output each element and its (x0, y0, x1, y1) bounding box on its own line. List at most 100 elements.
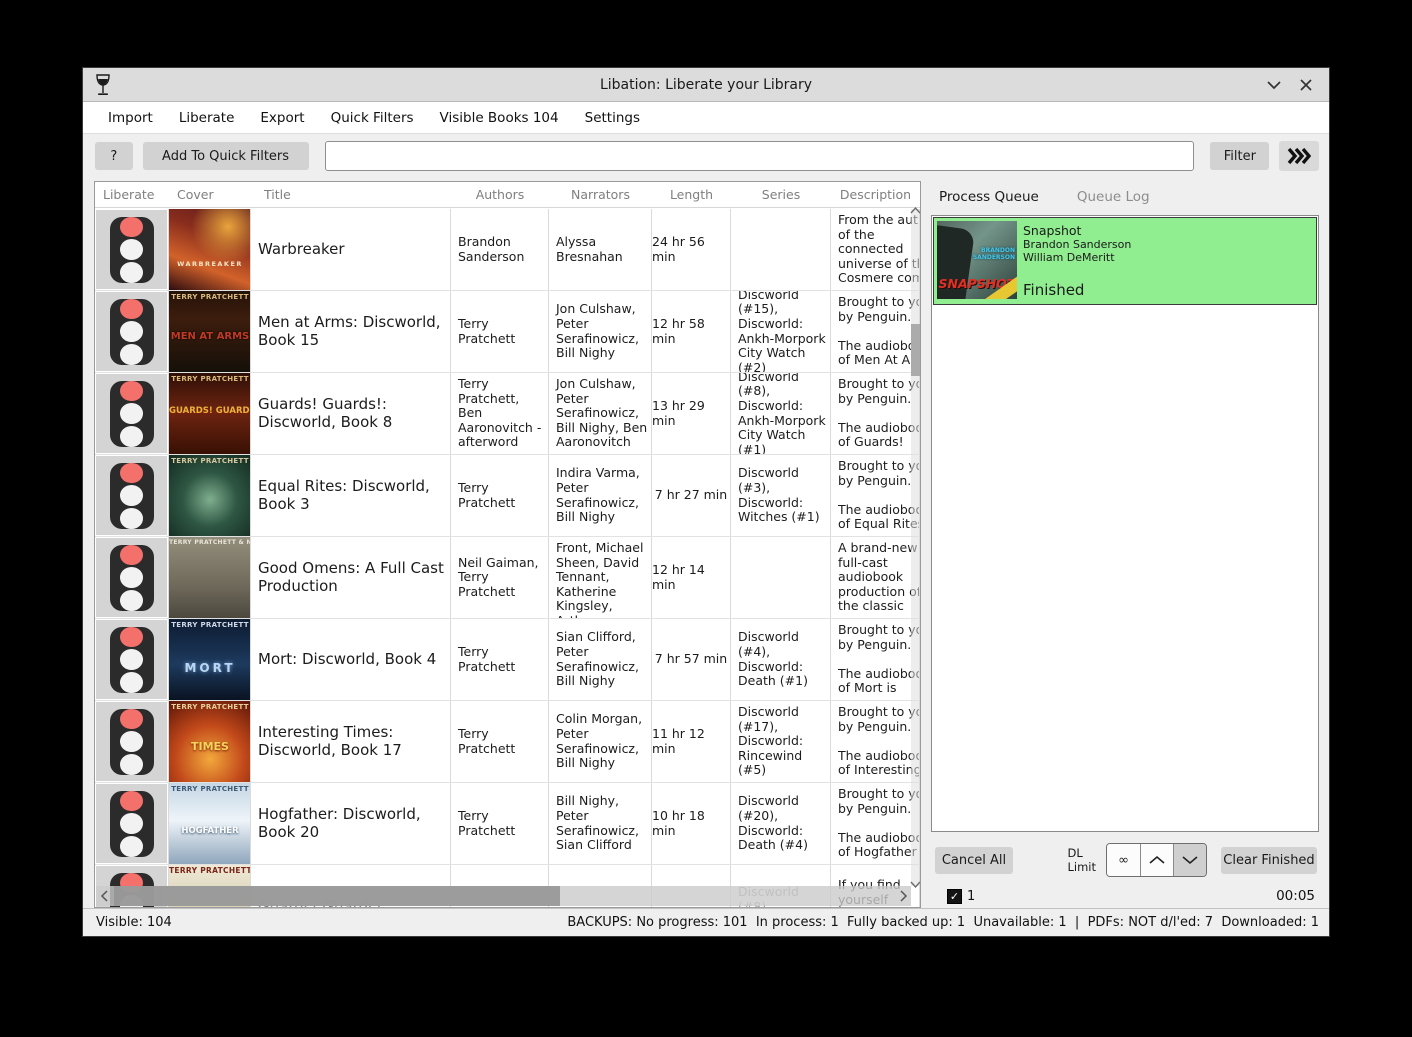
liberate-cell (96, 702, 167, 781)
toolbar: ? Add To Quick Filters Filter (83, 134, 1329, 178)
liberate-button[interactable] (110, 463, 154, 529)
table-row[interactable]: WARBREAKER Warbreaker Brandon Sanderson … (95, 209, 920, 291)
table-row[interactable]: TERRY PRATCHETT Equal Rites: Discworld, … (95, 455, 920, 537)
scroll-left-icon[interactable] (96, 888, 112, 904)
table-row[interactable]: TERRY PRATCHETTMEN AT ARMS Men at Arms: … (95, 291, 920, 373)
queue-item-title: Snapshot (1023, 223, 1131, 238)
tab-queue-log[interactable]: Queue Log (1077, 189, 1150, 205)
menu-item-settings[interactable]: Settings (572, 110, 653, 126)
authors-cell: Terry Pratchett, Ben Aaronovitch - after… (451, 373, 549, 454)
spinner-up-icon[interactable] (1140, 844, 1173, 876)
liberate-button[interactable] (110, 627, 154, 693)
series-cell: Discworld (#20), Discworld: Death (#4) (731, 783, 831, 864)
length-cell: 12 hr 14 min (652, 537, 731, 618)
app-window: Libation: Liberate your Library ImportLi… (82, 67, 1330, 937)
dl-limit-spinner[interactable]: ∞ (1106, 843, 1207, 877)
liberate-button[interactable] (110, 791, 154, 857)
dl-limit-value[interactable]: ∞ (1107, 844, 1140, 876)
liberate-button[interactable] (110, 217, 154, 283)
queue-item-cover: BRANDON SANDERSON SNAPSHOT (937, 221, 1017, 299)
help-button[interactable]: ? (95, 142, 133, 170)
title-cell: Warbreaker (251, 209, 451, 290)
series-cell: Discworld (#4), Discworld: Death (#1) (731, 619, 831, 700)
menu-item-liberate[interactable]: Liberate (166, 110, 248, 126)
authors-cell: Terry Pratchett (451, 291, 549, 372)
liberate-cell (96, 538, 167, 617)
menu-item-quick-filters[interactable]: Quick Filters (318, 110, 427, 126)
column-header-cover[interactable]: Cover (169, 182, 251, 207)
scroll-up-icon[interactable] (908, 205, 921, 217)
column-header-liberate[interactable]: Liberate (95, 182, 169, 207)
series-cell: Discworld (#15), Discworld: Ankh-Morpork… (731, 291, 831, 372)
authors-cell: Terry Pratchett (451, 701, 549, 782)
filter-input[interactable] (325, 141, 1195, 171)
column-header-series[interactable]: Series (731, 182, 831, 207)
series-cell (731, 537, 831, 618)
liberate-cell (96, 784, 167, 863)
menu-bar: ImportLiberateExportQuick FiltersVisible… (83, 102, 1329, 134)
length-cell: 12 hr 58 min (652, 291, 731, 372)
title-cell: Equal Rites: Discworld, Book 3 (251, 455, 451, 536)
dl-limit-label: DL Limit (1067, 846, 1096, 875)
column-header-length[interactable]: Length (652, 182, 731, 207)
book-cover: TERRY PRATCHETT (169, 455, 251, 536)
visible-count: Visible: 104 (83, 915, 172, 930)
cover-author-text: BRANDON SANDERSON (963, 247, 1015, 261)
add-to-quick-filters-button[interactable]: Add To Quick Filters (143, 142, 309, 170)
clear-finished-button[interactable]: Clear Finished (1221, 847, 1317, 874)
queue-list: BRANDON SANDERSON SNAPSHOT Snapshot Bran… (931, 215, 1319, 832)
column-header-narrators[interactable]: Narrators (549, 182, 652, 207)
description-cell: Brought to youby Penguin. The audiobooko… (831, 373, 920, 454)
narrators-cell: Alyssa Bresnahan (549, 209, 652, 290)
queue-item-author: Brandon Sanderson (1023, 238, 1131, 251)
cancel-all-button[interactable]: Cancel All (935, 847, 1013, 874)
column-header-description[interactable]: Description (831, 182, 920, 207)
title-cell: Men at Arms: Discworld, Book 15 (251, 291, 451, 372)
liberate-button[interactable] (110, 709, 154, 775)
description-cell: From the authorof theconnecteduniverse o… (831, 209, 920, 290)
description-cell: Brought to youby Penguin. The audiobooko… (831, 455, 920, 536)
horizontal-scroll-thumb[interactable] (114, 886, 560, 906)
menu-item-visible-books-104[interactable]: Visible Books 104 (427, 110, 572, 126)
queue-timer: 00:05 (1276, 888, 1319, 904)
authors-cell: Brandon Sanderson (451, 209, 549, 290)
title-cell: Interesting Times: Discworld, Book 17 (251, 701, 451, 782)
menu-item-import[interactable]: Import (95, 110, 166, 126)
liberate-button[interactable] (110, 545, 154, 611)
filter-button[interactable]: Filter (1210, 142, 1269, 170)
title-cell: Hogfather: Discworld, Book 20 (251, 783, 451, 864)
window-title: Libation: Liberate your Library (83, 77, 1329, 93)
vertical-scroll-thumb[interactable] (911, 324, 920, 376)
scroll-right-icon[interactable] (895, 888, 911, 904)
status-bar: Visible: 104 BACKUPS: No progress: 101 I… (83, 908, 1329, 936)
queue-count-checkbox[interactable]: ✓ (947, 889, 962, 904)
narrators-cell: Sian Clifford, Peter Serafinowicz, Bill … (549, 619, 652, 700)
narrators-cell: Colin Morgan, Peter Serafinowicz, Bill N… (549, 701, 652, 782)
length-cell: 10 hr 18 min (652, 783, 731, 864)
backups-summary: BACKUPS: No progress: 101 In process: 1 … (567, 915, 1329, 930)
liberate-button[interactable] (110, 381, 154, 447)
series-cell: Discworld (#8), Discworld: Ankh-Morpork … (731, 373, 831, 454)
vertical-scrollbar[interactable] (911, 209, 920, 886)
table-row[interactable]: TERRY PRATCHETTGUARDS! GUARDS! Guards! G… (95, 373, 920, 455)
triple-chevron-icon[interactable] (1279, 141, 1319, 171)
authors-cell: Neil Gaiman, Terry Pratchett (451, 537, 549, 618)
book-cover: WARBREAKER (169, 209, 251, 290)
book-cover: TERRY PRATCHETTMEN AT ARMS (169, 291, 251, 372)
tab-process-queue[interactable]: Process Queue (939, 189, 1039, 205)
horizontal-scrollbar[interactable] (96, 886, 911, 906)
spinner-down-icon[interactable] (1173, 844, 1206, 876)
column-header-authors[interactable]: Authors (451, 182, 549, 207)
table-row[interactable]: TERRY PRATCHETTHOGFATHER Hogfather: Disc… (95, 783, 920, 865)
menu-item-export[interactable]: Export (247, 110, 317, 126)
table-row[interactable]: TERRY PRATCHETTTIMES Interesting Times: … (95, 701, 920, 783)
queue-item[interactable]: BRANDON SANDERSON SNAPSHOT Snapshot Bran… (933, 217, 1317, 305)
table-row[interactable]: TERRY PRATCHETT & NEIL GAIMANGOOD OMENS … (95, 537, 920, 619)
table-row[interactable]: TERRY PRATCHETTMORT Mort: Discworld, Boo… (95, 619, 920, 701)
liberate-button[interactable] (110, 299, 154, 365)
table-header-row: Liberate Cover Title Authors Narrators L… (95, 182, 920, 208)
column-header-title[interactable]: Title (251, 182, 451, 207)
description-cell: Brought to youby Penguin. The audiobooko… (831, 291, 920, 372)
liberate-cell (96, 292, 167, 371)
narrators-cell: Jon Culshaw, Peter Serafinowicz, Bill Ni… (549, 373, 652, 454)
